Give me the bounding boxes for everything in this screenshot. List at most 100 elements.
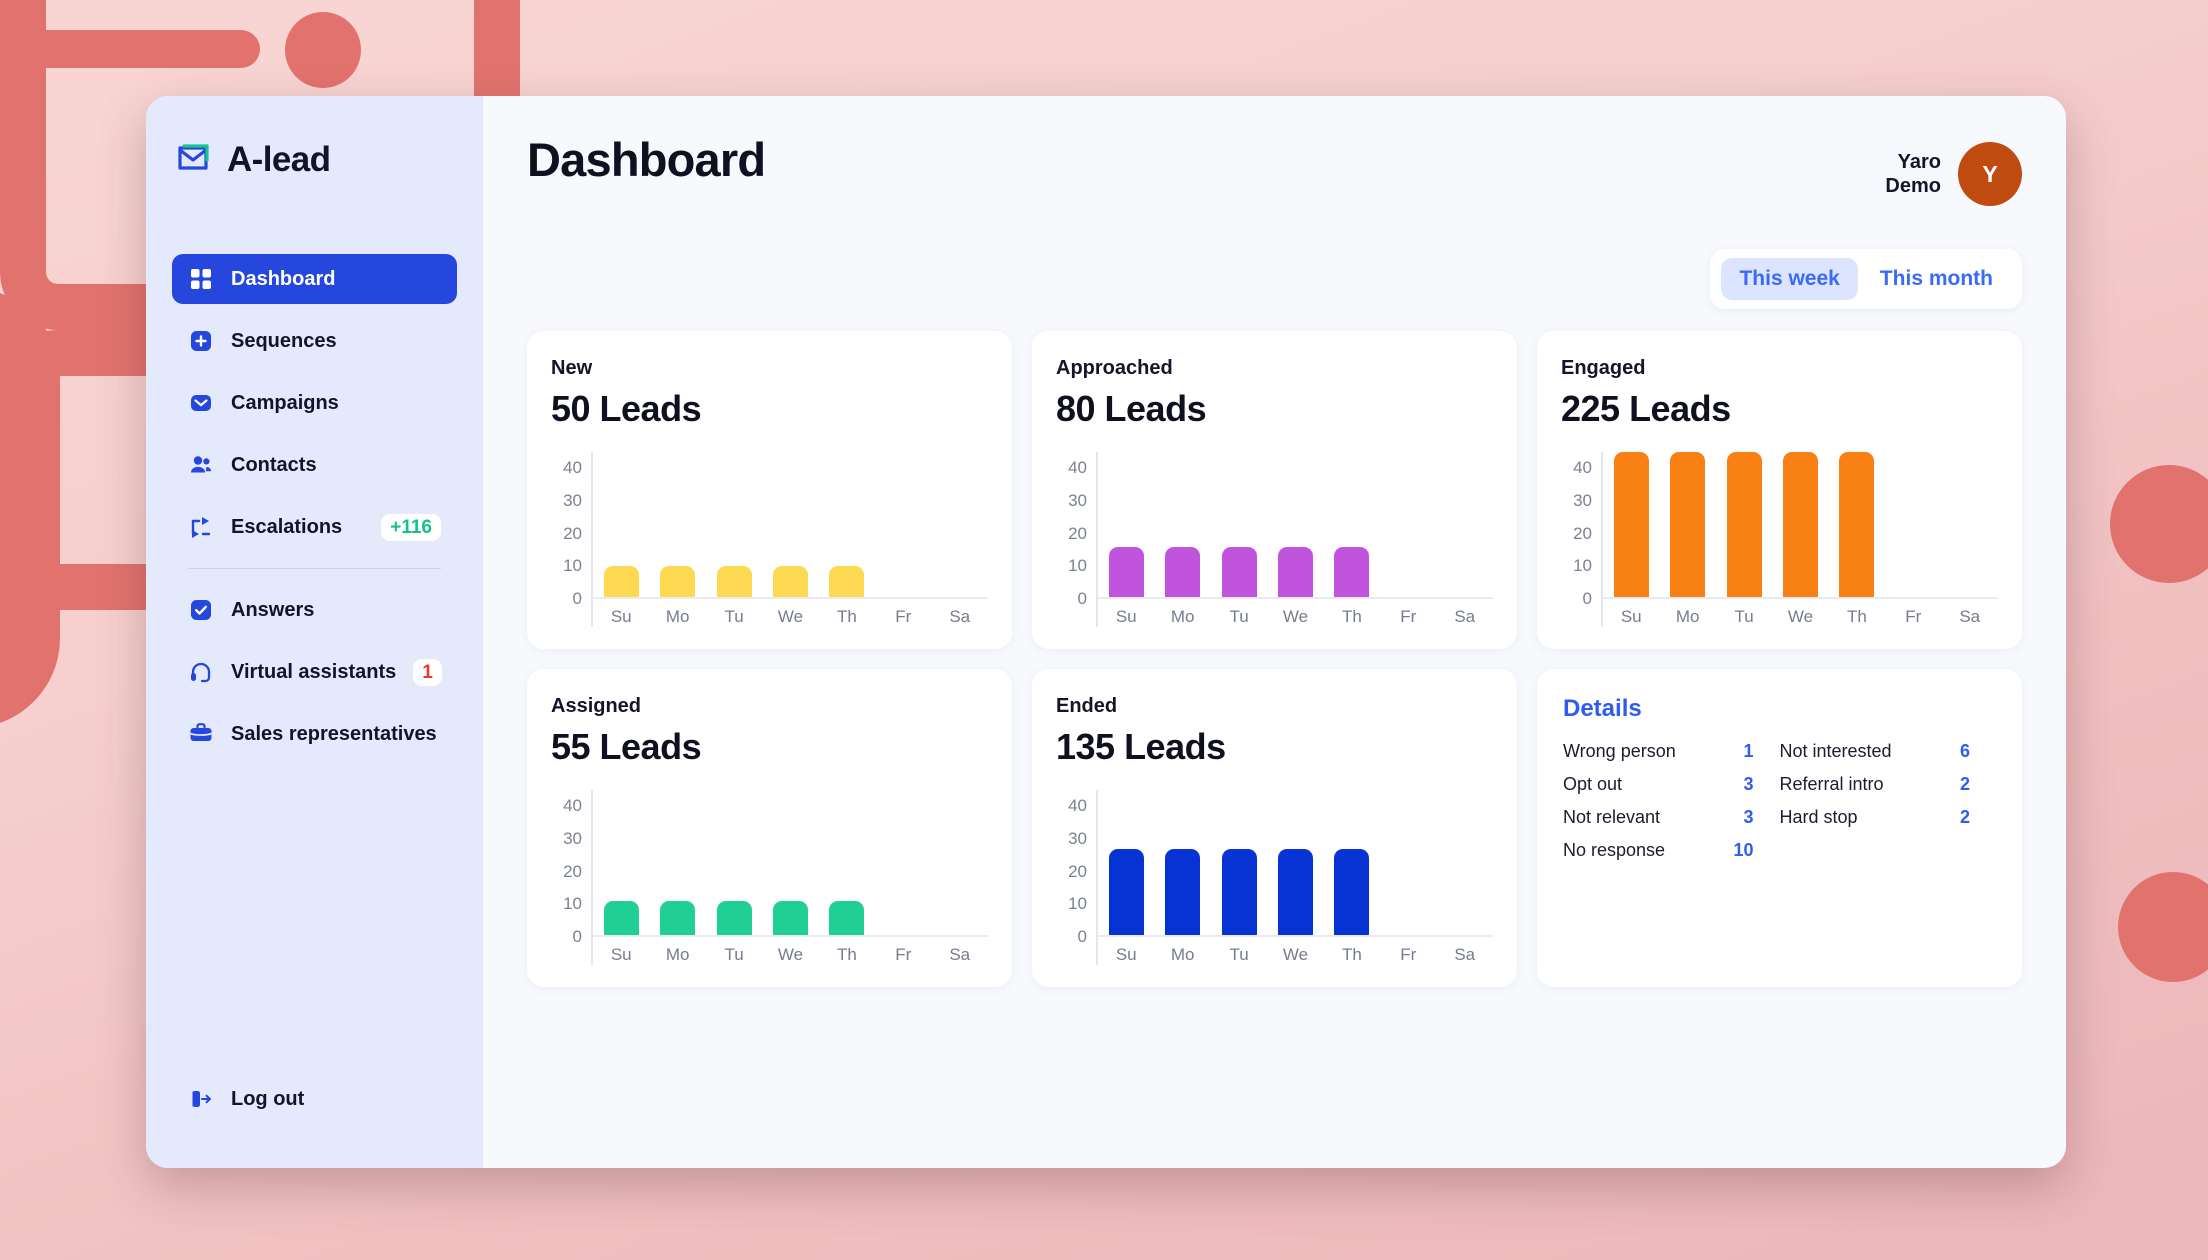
chart-bar[interactable] — [603, 566, 639, 599]
topbar: Dashboard Yaro Demo Y — [527, 132, 2022, 206]
sidebar-item-campaigns[interactable]: Campaigns — [172, 378, 457, 428]
details-value: 2 — [1959, 807, 1970, 827]
chart-bar[interactable] — [1334, 546, 1370, 599]
x-axis: Su Mo Tu We Th Fr Sa — [593, 937, 988, 965]
sidebar-item-escalations[interactable]: Escalations +116 — [172, 502, 457, 552]
bar-slot — [1324, 452, 1380, 599]
virtual-assistants-badge: 1 — [413, 658, 442, 686]
chart-bar[interactable] — [1165, 848, 1201, 937]
y-axis: 0 10 20 30 40 — [1056, 790, 1096, 965]
y-axis-tick: 30 — [563, 491, 582, 510]
bar-slot — [1659, 452, 1715, 599]
bar-slot — [1154, 452, 1210, 599]
x-axis-tick: We — [777, 945, 804, 964]
sidebar-nav: Dashboard Sequences Campaigns Contacts E… — [146, 254, 483, 759]
chart-bar[interactable] — [829, 901, 865, 937]
chart-bar[interactable] — [1221, 546, 1257, 599]
brand-logo[interactable]: A-lead — [146, 140, 483, 180]
sidebar-item-sequences[interactable]: Sequences — [172, 316, 457, 366]
tab-this-month[interactable]: This month — [1862, 258, 2011, 300]
card-approached[interactable]: Approached 80 Leads 0 10 20 30 40 Su Mo Tu We Th… — [1032, 331, 1517, 649]
details-label: Referral intro — [1779, 774, 1884, 794]
chart-bar[interactable] — [1670, 452, 1706, 599]
y-axis: 0 10 20 30 40 — [551, 790, 591, 965]
chart-bar[interactable] — [1165, 546, 1201, 599]
sidebar-item-virtual-assistants[interactable]: Virtual assistants 1 — [172, 647, 457, 697]
details-label: Wrong person — [1563, 741, 1676, 761]
chart-bar[interactable] — [1108, 848, 1144, 937]
chart-bar[interactable] — [716, 566, 752, 599]
x-axis-tick: Sa — [1959, 607, 1981, 626]
chart-engaged: 0 10 20 30 40 Su Mo Tu We Th Fr Sa — [1561, 452, 1998, 627]
x-axis-tick: We — [777, 607, 804, 626]
sidebar-item-answers[interactable]: Answers — [172, 585, 457, 635]
chart-bar[interactable] — [1221, 848, 1257, 937]
card-assigned[interactable]: Assigned 55 Leads 0 10 20 30 40 Su Mo Tu We Th Fr… — [527, 669, 1012, 987]
logout-button[interactable]: Log out — [172, 1074, 457, 1124]
card-value: 50 Leads — [551, 388, 702, 429]
card-value: 135 Leads — [1056, 726, 1226, 767]
user-menu[interactable]: Yaro Demo Y — [1885, 132, 2022, 206]
x-axis-tick: Th — [1341, 607, 1362, 626]
card-value: 225 Leads — [1561, 388, 1731, 429]
details-label: Not relevant — [1563, 807, 1661, 827]
chart-bar[interactable] — [1613, 452, 1649, 599]
card-engaged[interactable]: Engaged 225 Leads 0 10 20 30 40 Su Mo Tu We Th Fr… — [1537, 331, 2022, 649]
chart-bar[interactable] — [1782, 452, 1818, 599]
card-new[interactable]: New 50 Leads 0 10 20 30 40 Su Mo Tu We Th Fr Sa — [527, 331, 1012, 649]
chart-bar[interactable] — [660, 901, 696, 937]
chart-bar[interactable] — [772, 566, 808, 599]
y-axis-tick: 40 — [1068, 796, 1087, 816]
x-axis-tick: Mo — [1170, 945, 1195, 964]
chart-bar[interactable] — [772, 901, 808, 937]
x-axis: Su Mo Tu We Th Fr Sa — [1098, 599, 1493, 627]
bar-slot — [932, 452, 988, 599]
chart-bar[interactable] — [1277, 546, 1313, 599]
chart-bar[interactable] — [1334, 848, 1370, 937]
user-name: Yaro Demo — [1885, 150, 1941, 199]
bar-slot — [875, 790, 931, 937]
chart-bar[interactable] — [660, 566, 696, 599]
card-ended[interactable]: Ended 135 Leads 0 10 20 30 40 Su Mo Tu We Th Fr Sa — [1032, 669, 1517, 987]
chart-bar[interactable] — [603, 901, 639, 937]
x-axis-tick: Su — [1115, 945, 1137, 964]
x-axis-tick: Fr — [1905, 607, 1922, 626]
x-axis: Su Mo Tu We Th Fr Sa — [1603, 599, 1998, 627]
x-axis-tick: Tu — [1229, 945, 1249, 964]
x-axis-tick: Th — [836, 945, 857, 964]
chart-bar[interactable] — [1726, 452, 1762, 599]
details-label: No response — [1563, 840, 1666, 860]
y-axis-tick: 10 — [563, 556, 582, 576]
y-axis-tick: 40 — [563, 796, 582, 816]
sidebar-item-sales-representatives[interactable]: Sales representatives — [172, 709, 457, 759]
card-value: 80 Leads — [1056, 388, 1207, 429]
bar-slot — [1098, 790, 1154, 937]
y-axis-tick: 20 — [1068, 861, 1087, 881]
sidebar-item-contacts[interactable]: Contacts — [172, 440, 457, 490]
chart-bar[interactable] — [716, 901, 752, 937]
bar-slot — [1211, 452, 1267, 599]
chart-bar[interactable] — [1839, 452, 1875, 599]
details-row: Referral intro 2 — [1780, 768, 1997, 801]
y-axis-tick: 30 — [1068, 491, 1087, 510]
bars — [593, 452, 988, 599]
details-column-left: Wrong person 1 Opt out 3 Not relevant 3 No res… — [1563, 735, 1780, 867]
avatar[interactable]: Y — [1958, 142, 2022, 206]
bar-slot — [1098, 452, 1154, 599]
chart-bar[interactable] — [1108, 546, 1144, 599]
tab-this-week[interactable]: This week — [1721, 258, 1858, 300]
y-axis-tick: 30 — [563, 829, 582, 848]
details-label: Hard stop — [1779, 807, 1858, 827]
chart-bar[interactable] — [1277, 848, 1313, 937]
details-columns: Wrong person 1 Opt out 3 Not relevant 3 No res… — [1563, 735, 1996, 867]
chart-bar[interactable] — [829, 566, 865, 599]
sidebar-item-dashboard[interactable]: Dashboard — [172, 254, 457, 304]
sidebar-item-label: Sequences — [231, 329, 337, 352]
y-axis-tick: 40 — [1068, 458, 1087, 478]
decoration-top-left-bar — [0, 30, 260, 68]
sidebar-item-label: Contacts — [231, 453, 317, 476]
x-axis-tick: Fr — [895, 945, 912, 964]
details-row: Not relevant 3 — [1563, 801, 1780, 834]
x-axis-tick: Mo — [665, 945, 690, 964]
bar-slot — [1380, 452, 1436, 599]
